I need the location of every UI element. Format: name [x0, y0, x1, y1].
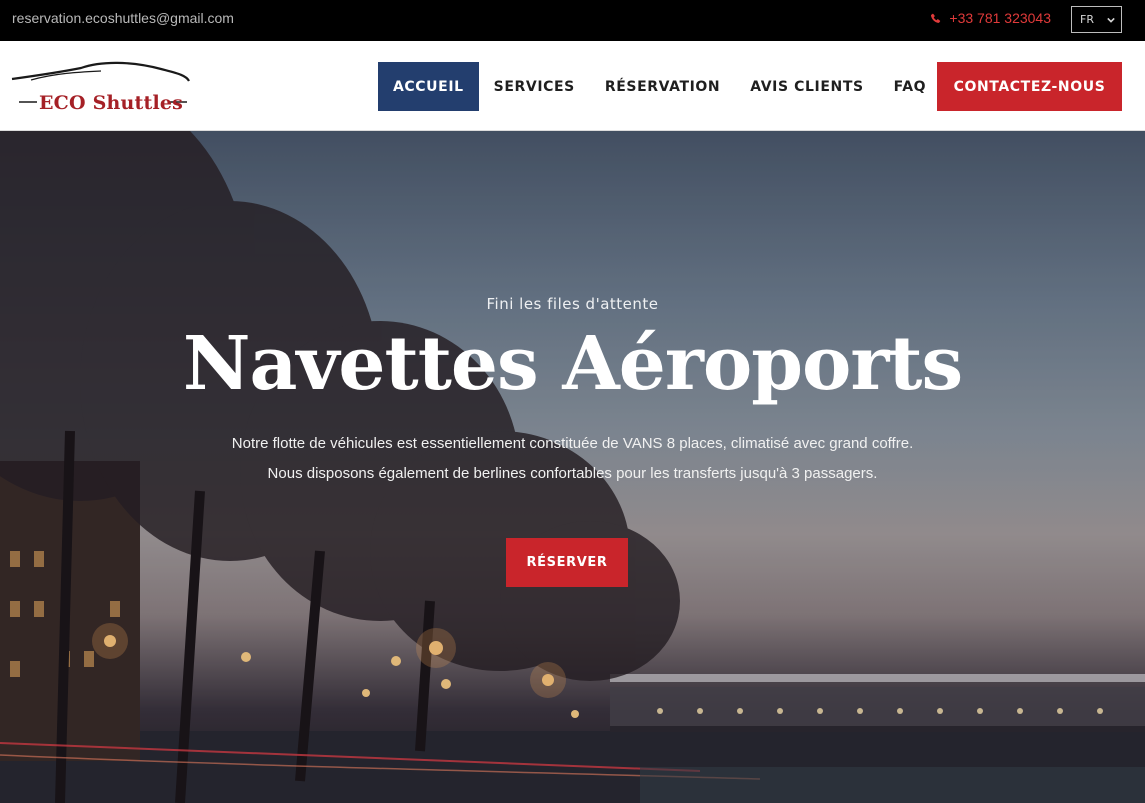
logo[interactable]: ECO Shuttles	[11, 61, 191, 117]
logo-text: ECO Shuttles	[39, 92, 184, 114]
nav-item-accueil[interactable]: ACCUEIL	[378, 62, 479, 111]
main-nav: ACCUEIL SERVICES RÉSERVATION AVIS CLIENT…	[378, 62, 941, 111]
hero-description-line-2: Nous disposons également de berlines con…	[267, 465, 878, 482]
hero-description-line-1: Notre flotte de véhicules est essentiell…	[231, 435, 914, 452]
contact-button[interactable]: CONTACTEZ-NOUS	[937, 62, 1122, 111]
language-selector[interactable]: FR	[1071, 6, 1122, 33]
hero-title: Navettes Aéroports	[182, 321, 963, 407]
hero-section: Fini les files d'attente Navettes Aéropo…	[0, 131, 1145, 803]
nav-item-services[interactable]: SERVICES	[479, 62, 590, 111]
site-header: ECO Shuttles ACCUEIL SERVICES RÉSERVATIO…	[0, 41, 1145, 131]
contact-phone[interactable]: +33 781 323043	[930, 10, 1051, 26]
reserve-button[interactable]: RÉSERVER	[506, 538, 628, 587]
contact-email[interactable]: reservation.ecoshuttles@gmail.com	[12, 10, 234, 26]
top-bar: reservation.ecoshuttles@gmail.com +33 78…	[0, 0, 1145, 41]
language-code: FR	[1080, 13, 1094, 26]
phone-number: +33 781 323043	[949, 10, 1051, 26]
nav-item-reservation[interactable]: RÉSERVATION	[590, 62, 735, 111]
nav-item-faq[interactable]: FAQ	[879, 62, 942, 111]
hero-eyebrow: Fini les files d'attente	[486, 295, 659, 313]
chevron-down-icon	[1107, 17, 1115, 23]
phone-icon	[931, 13, 941, 23]
nav-item-avis-clients[interactable]: AVIS CLIENTS	[735, 62, 878, 111]
